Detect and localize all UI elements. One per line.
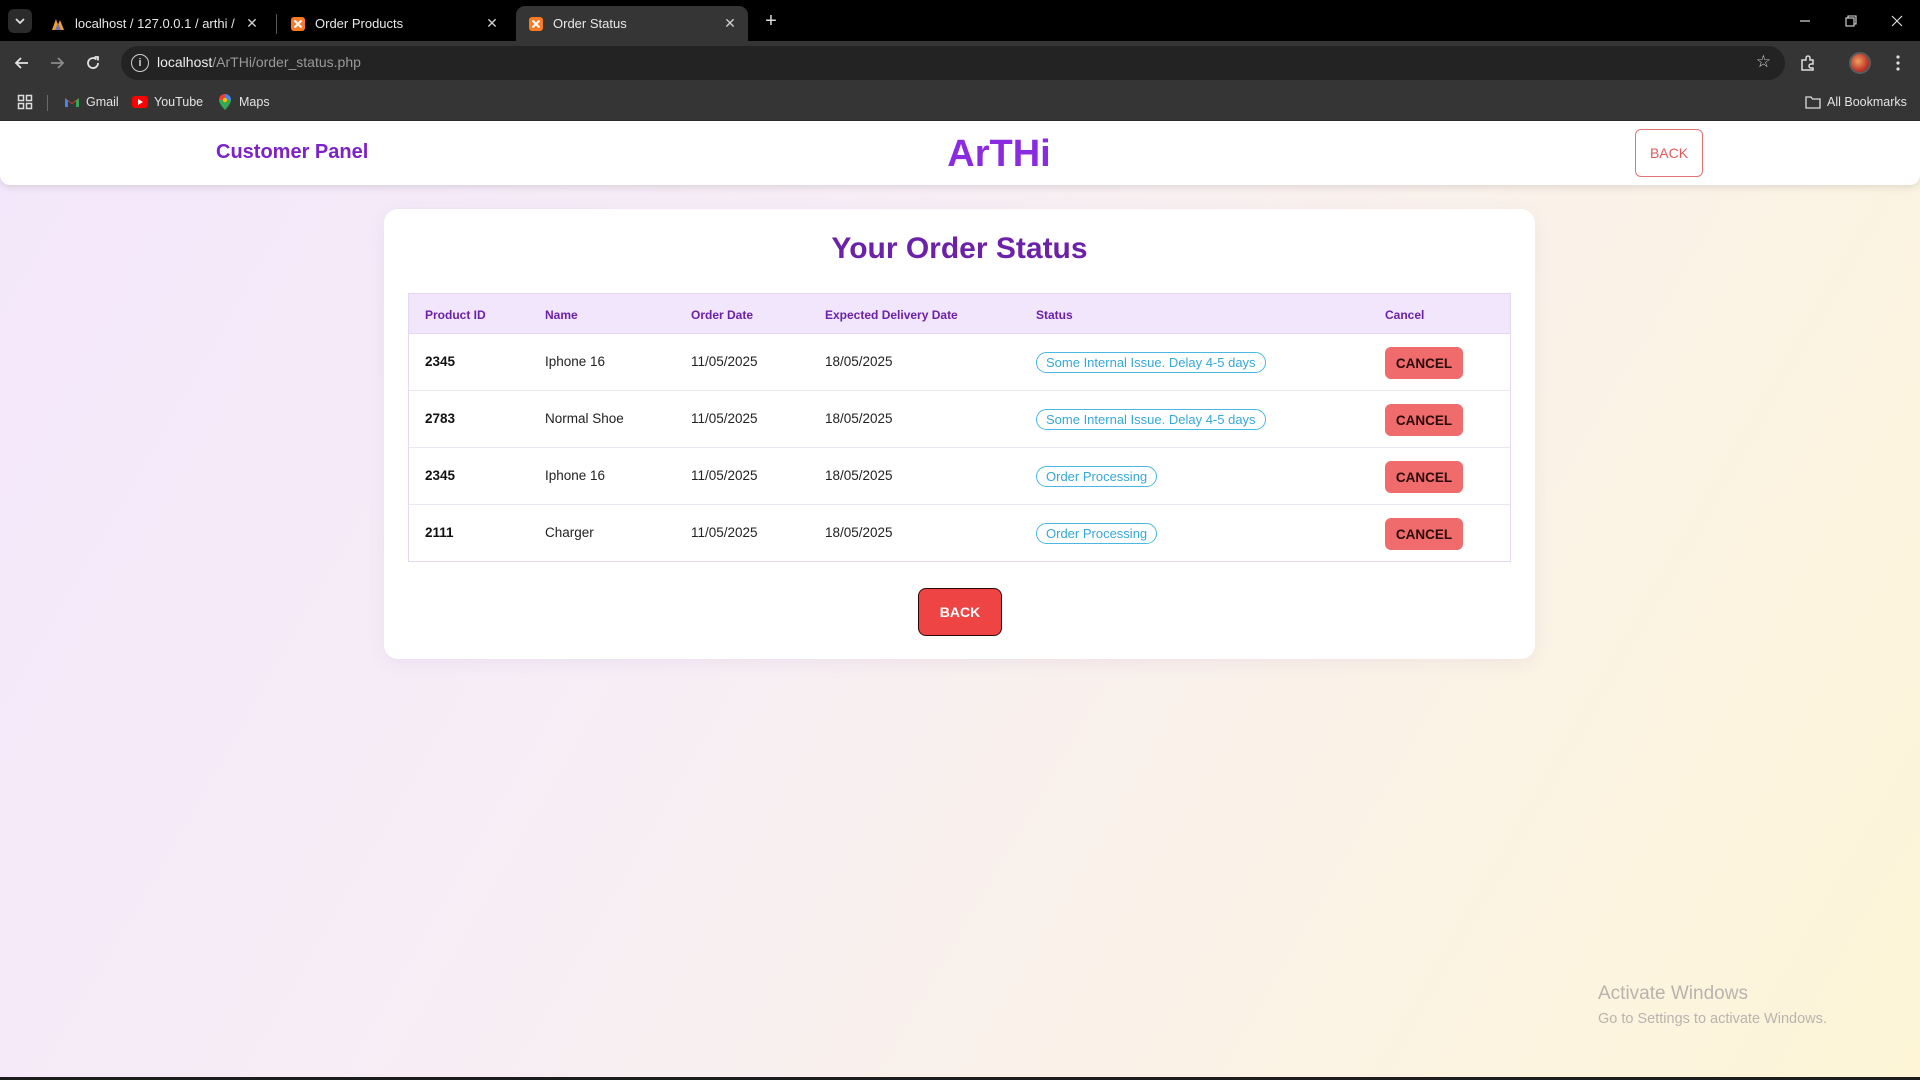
tab-title: Order Products xyxy=(315,16,404,31)
close-window-icon[interactable] xyxy=(1870,0,1920,41)
tab-search-chevron-icon[interactable] xyxy=(8,9,32,33)
delivery-date: 18/05/2025 xyxy=(825,411,893,426)
column-header-status: Status xyxy=(1036,308,1073,322)
address-bar[interactable]: i localhost/ArTHi/order_status.php ☆ xyxy=(121,46,1785,80)
page-body: Customer Panel ArTHi BACK Your Order Sta… xyxy=(0,121,1920,1080)
table-row: 2111 Charger 11/05/2025 18/05/2025 Order… xyxy=(409,505,1510,562)
orders-table: Product ID Name Order Date Expected Deli… xyxy=(408,293,1511,562)
column-header-delivery-date: Expected Delivery Date xyxy=(825,308,958,322)
bookmark-youtube[interactable]: YouTube xyxy=(132,94,203,110)
header-back-button[interactable]: BACK xyxy=(1635,129,1703,177)
bookmark-gmail[interactable]: Gmail xyxy=(64,94,119,110)
gmail-icon xyxy=(64,94,80,110)
reload-icon[interactable] xyxy=(79,49,107,77)
site-header: Customer Panel ArTHi BACK xyxy=(0,121,1920,185)
table-header: Product ID Name Order Date Expected Deli… xyxy=(409,294,1510,334)
column-header-product-id: Product ID xyxy=(425,308,486,322)
order-date: 11/05/2025 xyxy=(691,468,758,483)
bookmark-star-icon[interactable]: ☆ xyxy=(1756,52,1771,72)
table-row: 2345 Iphone 16 11/05/2025 18/05/2025 Som… xyxy=(409,334,1510,391)
browser-toolbar: i localhost/ArTHi/order_status.php ☆ xyxy=(0,41,1920,85)
back-button[interactable]: BACK xyxy=(918,588,1002,636)
brand-logo[interactable]: ArTHi xyxy=(0,133,1920,176)
delivery-date: 18/05/2025 xyxy=(825,525,893,540)
product-id: 2345 xyxy=(425,468,456,483)
all-bookmarks-label: All Bookmarks xyxy=(1827,95,1907,109)
bookmarks-bar: Gmail YouTube Maps All Bookmarks xyxy=(0,85,1920,121)
tab-order-products[interactable]: Order Products ✕ xyxy=(278,6,510,41)
cancel-button[interactable]: CANCEL xyxy=(1385,518,1463,550)
site-info-icon[interactable]: i xyxy=(131,54,149,72)
cancel-button[interactable]: CANCEL xyxy=(1385,347,1463,379)
column-header-order-date: Order Date xyxy=(691,308,754,322)
close-tab-icon[interactable]: ✕ xyxy=(244,15,260,32)
tab-title: localhost / 127.0.0.1 / arthi / cu xyxy=(75,16,238,31)
apps-grid-icon[interactable] xyxy=(17,94,33,110)
close-tab-icon[interactable]: ✕ xyxy=(484,15,500,32)
status-badge: Order Processing xyxy=(1036,466,1158,487)
browser-tab-bar: localhost / 127.0.0.1 / arthi / cu ✕ Ord… xyxy=(0,0,1920,41)
delivery-date: 18/05/2025 xyxy=(825,354,893,369)
close-tab-icon[interactable]: ✕ xyxy=(722,15,738,32)
bookmarks-divider xyxy=(47,95,48,111)
product-id: 2111 xyxy=(425,525,454,540)
activate-windows-watermark: Activate Windows Go to Settings to activ… xyxy=(1598,983,1827,1027)
table-row: 2345 Iphone 16 11/05/2025 18/05/2025 Ord… xyxy=(409,448,1510,505)
order-date: 11/05/2025 xyxy=(691,354,758,369)
all-bookmarks-button[interactable]: All Bookmarks xyxy=(1805,94,1907,110)
profile-avatar[interactable] xyxy=(1846,49,1874,77)
product-name: Iphone 16 xyxy=(545,354,606,369)
url-text: localhost/ArTHi/order_status.php xyxy=(157,54,361,70)
bookmark-label: YouTube xyxy=(154,95,204,109)
tab-phpmyadmin[interactable]: localhost / 127.0.0.1 / arthi / cu ✕ xyxy=(38,6,270,41)
status-badge: Order Processing xyxy=(1036,523,1158,544)
product-name: Iphone 16 xyxy=(545,468,606,483)
table-row: 2783 Normal Shoe 11/05/2025 18/05/2025 S… xyxy=(409,391,1510,448)
back-arrow-icon[interactable] xyxy=(8,49,36,77)
column-header-name: Name xyxy=(545,308,578,322)
xampp-icon xyxy=(290,16,306,32)
phpmyadmin-icon xyxy=(50,16,66,32)
forward-arrow-icon[interactable] xyxy=(43,49,71,77)
column-header-cancel: Cancel xyxy=(1385,308,1425,322)
xampp-icon xyxy=(528,16,544,32)
watermark-subtitle: Go to Settings to activate Windows. xyxy=(1598,1011,1827,1027)
tab-title: Order Status xyxy=(553,16,627,31)
extensions-icon[interactable] xyxy=(1794,49,1822,77)
page-title: Your Order Status xyxy=(831,232,1088,265)
new-tab-icon[interactable]: + xyxy=(758,8,784,34)
order-date: 11/05/2025 xyxy=(691,411,758,426)
product-id: 2783 xyxy=(425,411,456,426)
cancel-button[interactable]: CANCEL xyxy=(1385,404,1463,436)
folder-icon xyxy=(1805,94,1821,110)
tab-order-status[interactable]: Order Status ✕ xyxy=(516,6,748,41)
delivery-date: 18/05/2025 xyxy=(825,468,893,483)
maps-icon xyxy=(217,94,233,110)
bookmark-label: Maps xyxy=(239,95,270,109)
status-badge: Some Internal Issue. Delay 4-5 days xyxy=(1036,352,1266,373)
product-id: 2345 xyxy=(425,354,456,369)
order-status-card: Your Order Status Product ID Name Order … xyxy=(384,209,1535,659)
tab-divider xyxy=(276,14,277,34)
bookmark-maps[interactable]: Maps xyxy=(217,94,270,110)
status-badge: Some Internal Issue. Delay 4-5 days xyxy=(1036,409,1266,430)
browser-menu-icon[interactable] xyxy=(1884,49,1912,77)
product-name: Normal Shoe xyxy=(545,411,624,426)
cancel-button[interactable]: CANCEL xyxy=(1385,461,1463,493)
youtube-icon xyxy=(132,94,148,110)
bookmark-label: Gmail xyxy=(86,95,119,109)
order-date: 11/05/2025 xyxy=(691,525,758,540)
watermark-title: Activate Windows xyxy=(1598,983,1748,1004)
product-name: Charger xyxy=(545,525,594,540)
